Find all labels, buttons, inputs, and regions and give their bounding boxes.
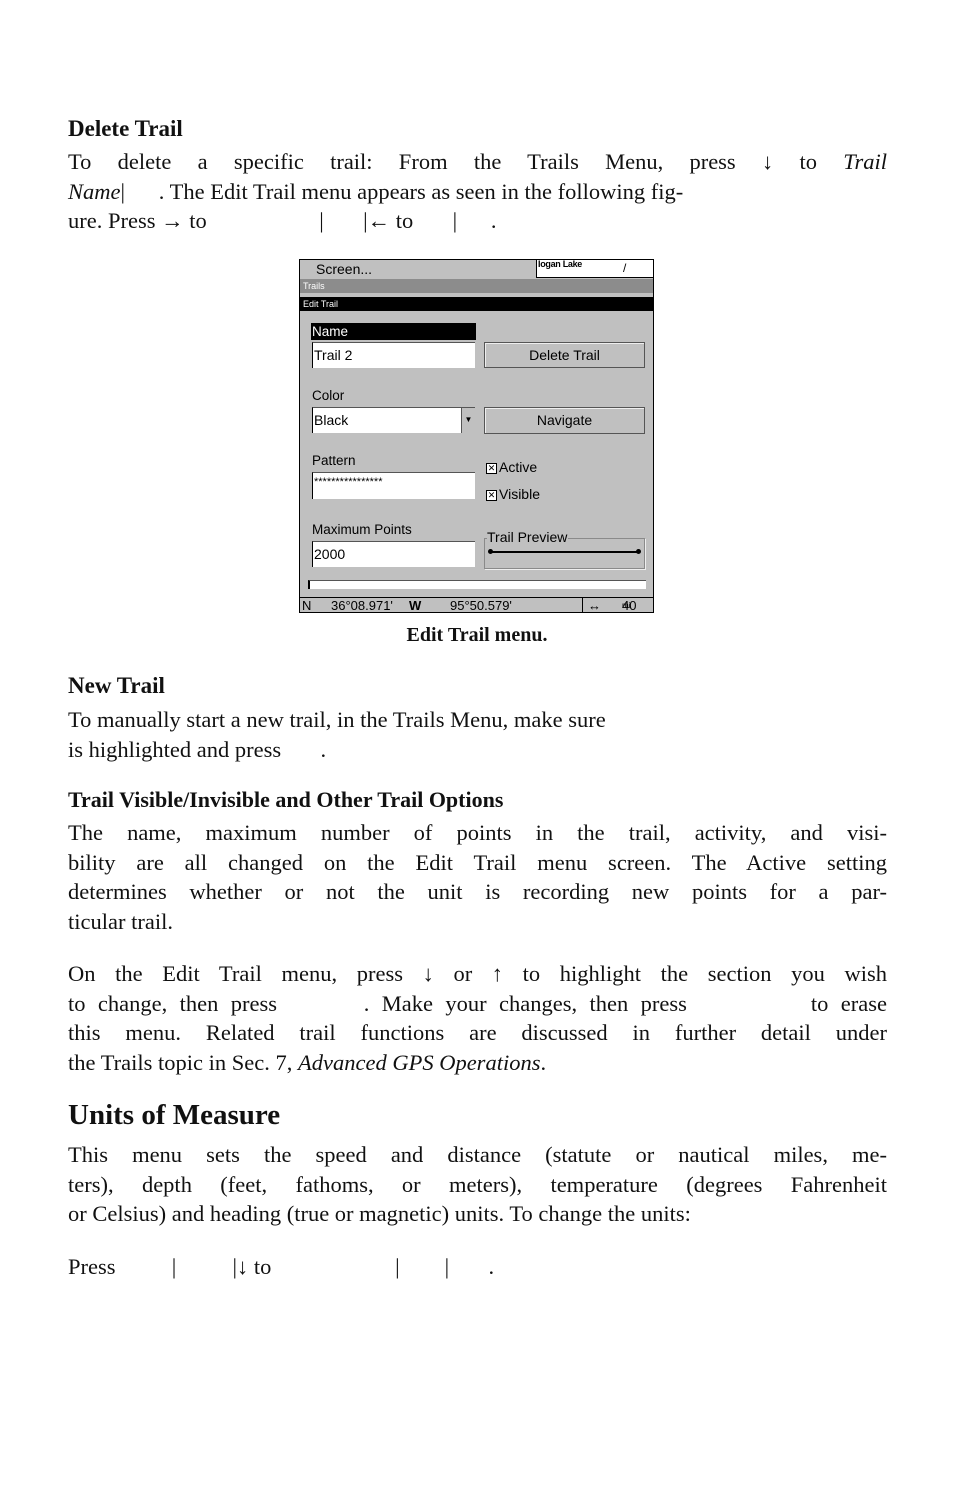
paragraph-line: Name| . The Edit Trail menu appears as s… [68,178,684,204]
max-points-label: Maximum Points [312,522,412,537]
trail-options-paragraph-1: The name, maximum number of points in th… [68,818,887,937]
active-checkbox[interactable]: ✕ Active [486,459,537,475]
paragraph-line: ure. Press → to | |← to | . [68,208,497,234]
trail-options-heading: Trail Visible/Invisible and Other Trail … [68,787,504,812]
trail-preview-box: Trail Preview [484,529,645,569]
trail-start-point-icon [488,549,493,554]
paragraph-line: On the Edit Trail menu, press ↓ or ↑ to … [68,961,887,986]
chevron-down-icon[interactable]: ▼ [461,408,475,433]
trails-menu-bar: Trails [300,279,653,293]
pattern-label: Pattern [312,453,356,468]
longitude-hemisphere: W [409,598,422,613]
color-value: Black [314,412,349,428]
trail-options-paragraph-2: On the Edit Trail menu, press ↓ or ↑ to … [68,959,887,1078]
new-trail-paragraph: To manually start a new trail, in the Tr… [68,705,887,764]
paragraph-line: the Trails topic in Sec. 7, Advanced GPS… [68,1050,547,1076]
minimap-marker-icon: / [623,261,627,275]
name-field[interactable]: Trail 2 [312,342,475,368]
paragraph-line: or Celsius) and heading (true or magneti… [68,1201,691,1227]
minimap-preview: Iogan Lake / [536,260,653,278]
paragraph-line: ticular trail. [68,909,173,935]
navigate-button[interactable]: Navigate [484,407,645,434]
latitude-value: 36°08.971' [331,598,393,613]
max-points-field[interactable]: 2000 [312,541,475,567]
delete-trail-button[interactable]: Delete Trail [484,342,645,368]
units-instruction: Press | |↓ to | | . [68,1252,887,1282]
longitude-value: 95°50.579' [450,598,512,613]
checkbox-checked-icon: ✕ [486,463,497,474]
status-divider [582,598,583,612]
paragraph-line: To delete a specific trail: From the Tra… [68,149,887,174]
paragraph-line: to change, then press . Make your change… [68,990,887,1016]
paragraph-line: Press | |↓ to | | . [68,1254,495,1279]
new-trail-heading: New Trail [68,673,165,698]
trail-preview-line [489,551,640,553]
delete-trail-heading: Delete Trail [68,116,183,141]
paragraph-line: This menu sets the speed and distance (s… [68,1142,887,1167]
screen-menu-title[interactable]: Screen... [316,261,372,277]
down-arrow-icon: ↓ [761,149,774,174]
status-bar: N 36°08.971' W 95°50.579' ↔ 40 mi [300,597,653,613]
zoom-range-icon: ↔ [588,598,601,613]
figure-caption: Edit Trail menu. [406,624,548,646]
paragraph-line: The name, maximum number of points in th… [68,820,887,845]
paragraph-line: this menu. Related trail functions are d… [68,1020,887,1046]
message-bar [308,580,646,589]
delete-trail-paragraph: To delete a specific trail: From the Tra… [68,147,887,236]
units-of-measure-heading: Units of Measure [68,1099,281,1131]
paragraph-line: determines whether or not the unit is re… [68,879,887,905]
paragraph-line: bility are all changed on the Edit Trail… [68,849,887,875]
pattern-field[interactable]: **************** [312,472,475,499]
minimap-label: Iogan Lake [538,260,583,269]
paragraph-line: is highlighted and press . [68,736,327,762]
active-label: Active [499,459,538,475]
paragraph-line: ters), depth (feet, fathoms, or meters),… [68,1171,887,1197]
color-dropdown[interactable]: Black ▼ [312,407,475,433]
name-label: Name [311,323,476,340]
latitude-hemisphere: N [302,598,312,613]
checkbox-checked-icon: ✕ [486,490,497,501]
visible-checkbox[interactable]: ✕ Visible [486,486,540,502]
paragraph-line: To manually start a new trail, in the Tr… [68,707,606,732]
trail-preview-label: Trail Preview [487,529,569,545]
color-label: Color [312,388,345,403]
edit-trail-screen: Screen... Iogan Lake / Trails Edit Trail… [299,259,654,613]
units-paragraph: This menu sets the speed and distance (s… [68,1140,887,1229]
visible-label: Visible [499,486,540,502]
trail-end-point-icon [636,549,641,554]
edit-trail-title-bar: Edit Trail [300,297,653,311]
